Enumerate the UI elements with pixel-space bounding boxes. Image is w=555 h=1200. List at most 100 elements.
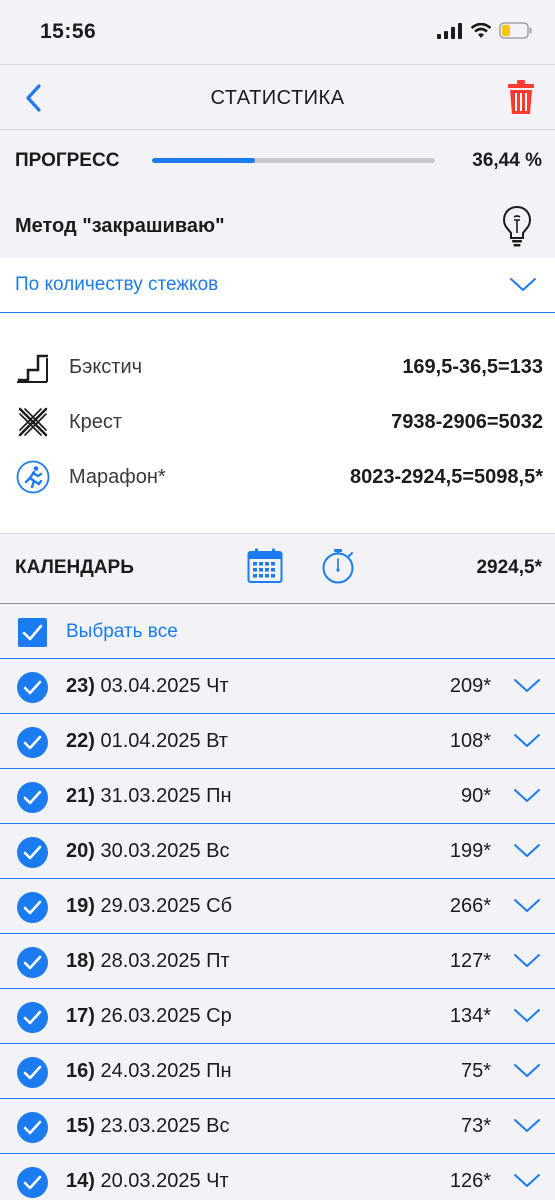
delete-button[interactable] (507, 79, 535, 115)
select-all-label: Выбрать все (66, 621, 178, 642)
day-row[interactable]: 18) 28.03.2025 Пт 127* (0, 934, 555, 989)
day-label: 14) 20.03.2025 Чт (66, 1170, 229, 1193)
backstitch-icon (17, 354, 48, 383)
chevron-down-icon[interactable] (513, 898, 541, 914)
day-checkbox[interactable] (17, 947, 48, 978)
day-checkbox[interactable] (17, 782, 48, 813)
count-mode-dropdown[interactable]: По количеству стежков (0, 258, 555, 313)
day-checkbox[interactable] (17, 727, 48, 758)
checkmark-icon (23, 900, 42, 915)
day-checkbox[interactable] (17, 1112, 48, 1143)
day-count: 90* (460, 785, 491, 807)
day-row[interactable]: 16) 24.03.2025 Пн 75* (0, 1044, 555, 1099)
stitch-stats: Бэкстич 169,5-36,5=133 Крест 7938-2906=5… (0, 313, 555, 534)
method-label: Метод "закрашиваю" (15, 215, 225, 237)
day-number: 22) (66, 730, 95, 752)
day-row[interactable]: 21) 31.03.2025 Пн 90* (0, 769, 555, 824)
progress-label: ПРОГРЕСС (15, 150, 120, 171)
day-row[interactable]: 22) 01.04.2025 Вт 108* (0, 714, 555, 769)
chevron-down-icon[interactable] (513, 733, 541, 749)
day-date: 20.03.2025 Чт (100, 1170, 229, 1192)
day-count: 126* (449, 1170, 491, 1192)
cellular-signal-icon (437, 22, 462, 39)
day-date: 23.03.2025 Вс (100, 1115, 230, 1137)
checkmark-icon (23, 735, 42, 750)
chevron-down-icon[interactable] (513, 1063, 541, 1079)
calendar-icon (247, 548, 283, 583)
calendar-total: 2924,5* (476, 557, 542, 578)
checkmark-icon (23, 1175, 42, 1190)
select-all-checkbox[interactable] (18, 618, 47, 647)
day-label: 22) 01.04.2025 Вт (66, 730, 228, 753)
stat-row-marathon: Марафон* 8023-2924,5=5098,5* (0, 453, 555, 503)
hint-button[interactable] (501, 204, 533, 248)
day-count: 108* (449, 730, 491, 752)
page-title: СТАТИСТИКА (210, 87, 345, 109)
day-number: 21) (66, 785, 95, 807)
day-count: 134* (449, 1005, 491, 1027)
day-row[interactable]: 14) 20.03.2025 Чт 126* (0, 1154, 555, 1200)
stat-name: Марафон* (69, 466, 166, 488)
day-row[interactable]: 20) 30.03.2025 Вс 199* (0, 824, 555, 879)
day-checkbox[interactable] (17, 892, 48, 923)
day-number: 14) (66, 1170, 95, 1192)
day-checkbox[interactable] (17, 1167, 48, 1198)
chevron-down-icon[interactable] (513, 788, 541, 804)
day-row[interactable]: 17) 26.03.2025 Ср 134* (0, 989, 555, 1044)
day-label: 23) 03.04.2025 Чт (66, 675, 229, 698)
progress-row: ПРОГРЕСС 36,44 % (0, 130, 555, 192)
chevron-down-icon (510, 278, 536, 291)
checkmark-icon (23, 1010, 42, 1025)
day-date: 03.04.2025 Чт (100, 675, 229, 697)
day-number: 16) (66, 1060, 95, 1082)
day-number: 19) (66, 895, 95, 917)
count-mode-value: По количеству стежков (15, 274, 219, 295)
timer-button[interactable] (321, 548, 355, 589)
calendar-button[interactable] (247, 548, 283, 589)
select-all-row[interactable]: Выбрать все (0, 604, 555, 659)
stat-value: 8023-2924,5=5098,5* (350, 466, 543, 488)
day-checkbox[interactable] (17, 837, 48, 868)
day-count: 209* (449, 675, 491, 697)
chevron-down-icon[interactable] (513, 1008, 541, 1024)
checkmark-icon (23, 955, 42, 970)
calendar-label: КАЛЕНДАРЬ (15, 557, 134, 578)
day-checkbox[interactable] (17, 672, 48, 703)
day-date: 29.03.2025 Сб (100, 895, 233, 917)
wifi-icon (470, 22, 492, 38)
stat-row-cross: Крест 7938-2906=5032 (0, 398, 555, 448)
lightbulb-icon (502, 205, 532, 247)
day-label: 21) 31.03.2025 Пн (66, 785, 232, 808)
day-label: 16) 24.03.2025 Пн (66, 1060, 232, 1083)
chevron-down-icon[interactable] (513, 1118, 541, 1134)
chevron-down-icon[interactable] (513, 678, 541, 694)
battery-icon (499, 22, 532, 39)
day-list: 23) 03.04.2025 Чт 209* 22) 01.04.2025 Вт… (0, 659, 555, 1200)
day-row[interactable]: 19) 29.03.2025 Сб 266* (0, 879, 555, 934)
day-date: 31.03.2025 Пн (100, 785, 232, 807)
day-number: 20) (66, 840, 95, 862)
day-date: 28.03.2025 Пт (100, 950, 230, 972)
trash-icon (508, 80, 534, 114)
status-time: 15:56 (40, 20, 97, 43)
chevron-down-icon[interactable] (513, 843, 541, 859)
status-bar: 15:56 (0, 0, 555, 64)
navigation-bar: СТАТИСТИКА (0, 64, 555, 130)
day-checkbox[interactable] (17, 1002, 48, 1033)
day-checkbox[interactable] (17, 1057, 48, 1088)
calendar-header: КАЛЕНДАРЬ 2924,5* (0, 534, 555, 604)
progress-bar-fill (152, 158, 256, 163)
day-count: 73* (460, 1115, 491, 1137)
chevron-down-icon[interactable] (513, 953, 541, 969)
stat-value: 7938-2906=5032 (391, 411, 543, 433)
checkmark-icon (23, 790, 42, 805)
day-row[interactable]: 15) 23.03.2025 Вс 73* (0, 1099, 555, 1154)
stat-name: Бэкстич (69, 356, 143, 378)
day-number: 23) (66, 675, 95, 697)
chevron-down-icon[interactable] (513, 1173, 541, 1189)
day-label: 20) 30.03.2025 Вс (66, 840, 229, 863)
checkmark-icon (23, 680, 42, 695)
day-row[interactable]: 23) 03.04.2025 Чт 209* (0, 659, 555, 714)
day-date: 24.03.2025 Пн (100, 1060, 232, 1082)
stopwatch-icon (322, 549, 354, 584)
